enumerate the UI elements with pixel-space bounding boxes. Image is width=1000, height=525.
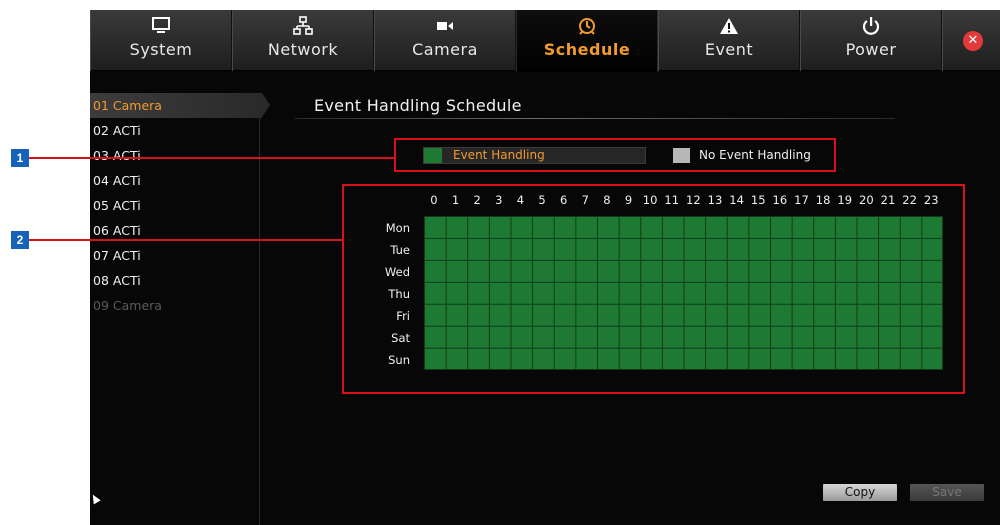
network-icon: [233, 10, 373, 40]
tab-network[interactable]: Network: [232, 10, 374, 71]
camera-item-01[interactable]: 01 Camera: [90, 93, 270, 118]
tab-label: Network: [267, 40, 339, 59]
monitor-icon: [91, 10, 231, 40]
camera-item-03[interactable]: 03 ACTi: [90, 143, 258, 168]
camera-item-09: 09 Camera: [93, 298, 162, 313]
camera-item-05[interactable]: 05 ACTi: [90, 193, 258, 218]
tab-camera[interactable]: Camera: [374, 10, 516, 71]
stage: System Network Camera Schedule Event Pow…: [0, 0, 1000, 525]
callout-1-leader: [29, 157, 394, 159]
tab-label: System: [129, 40, 193, 59]
tab-system[interactable]: System: [90, 10, 232, 71]
close-area: ✕: [942, 10, 1000, 71]
schedule-icon: [517, 10, 657, 40]
tab-schedule[interactable]: Schedule: [516, 10, 658, 72]
section-title: Event Handling Schedule: [314, 96, 522, 115]
tab-label: Power: [845, 40, 897, 59]
tab-power[interactable]: Power: [800, 10, 942, 71]
save-button[interactable]: Save: [910, 484, 984, 501]
warning-icon: [659, 10, 799, 40]
title-divider: [295, 118, 895, 119]
tab-label: Camera: [412, 40, 478, 59]
camera-item-04[interactable]: 04 ACTi: [90, 168, 258, 193]
tab-bar: System Network Camera Schedule Event Pow…: [90, 10, 1000, 72]
tab-label: Schedule: [543, 40, 631, 59]
camera-item-02[interactable]: 02 ACTi: [90, 118, 258, 143]
camera-item-07[interactable]: 07 ACTi: [90, 243, 258, 268]
callout-2: 2: [11, 231, 29, 249]
camera-item-08[interactable]: 08 ACTi: [90, 268, 258, 293]
tab-label: Event: [704, 40, 754, 59]
highlight-box-legend: [394, 138, 836, 172]
tab-event[interactable]: Event: [658, 10, 800, 71]
power-icon: [801, 10, 941, 40]
camera-icon: [375, 10, 515, 40]
callout-1: 1: [11, 149, 29, 167]
copy-button[interactable]: Copy: [823, 484, 897, 501]
close-icon[interactable]: ✕: [963, 31, 983, 51]
highlight-box-grid: [342, 184, 965, 394]
callout-2-leader: [29, 239, 342, 241]
